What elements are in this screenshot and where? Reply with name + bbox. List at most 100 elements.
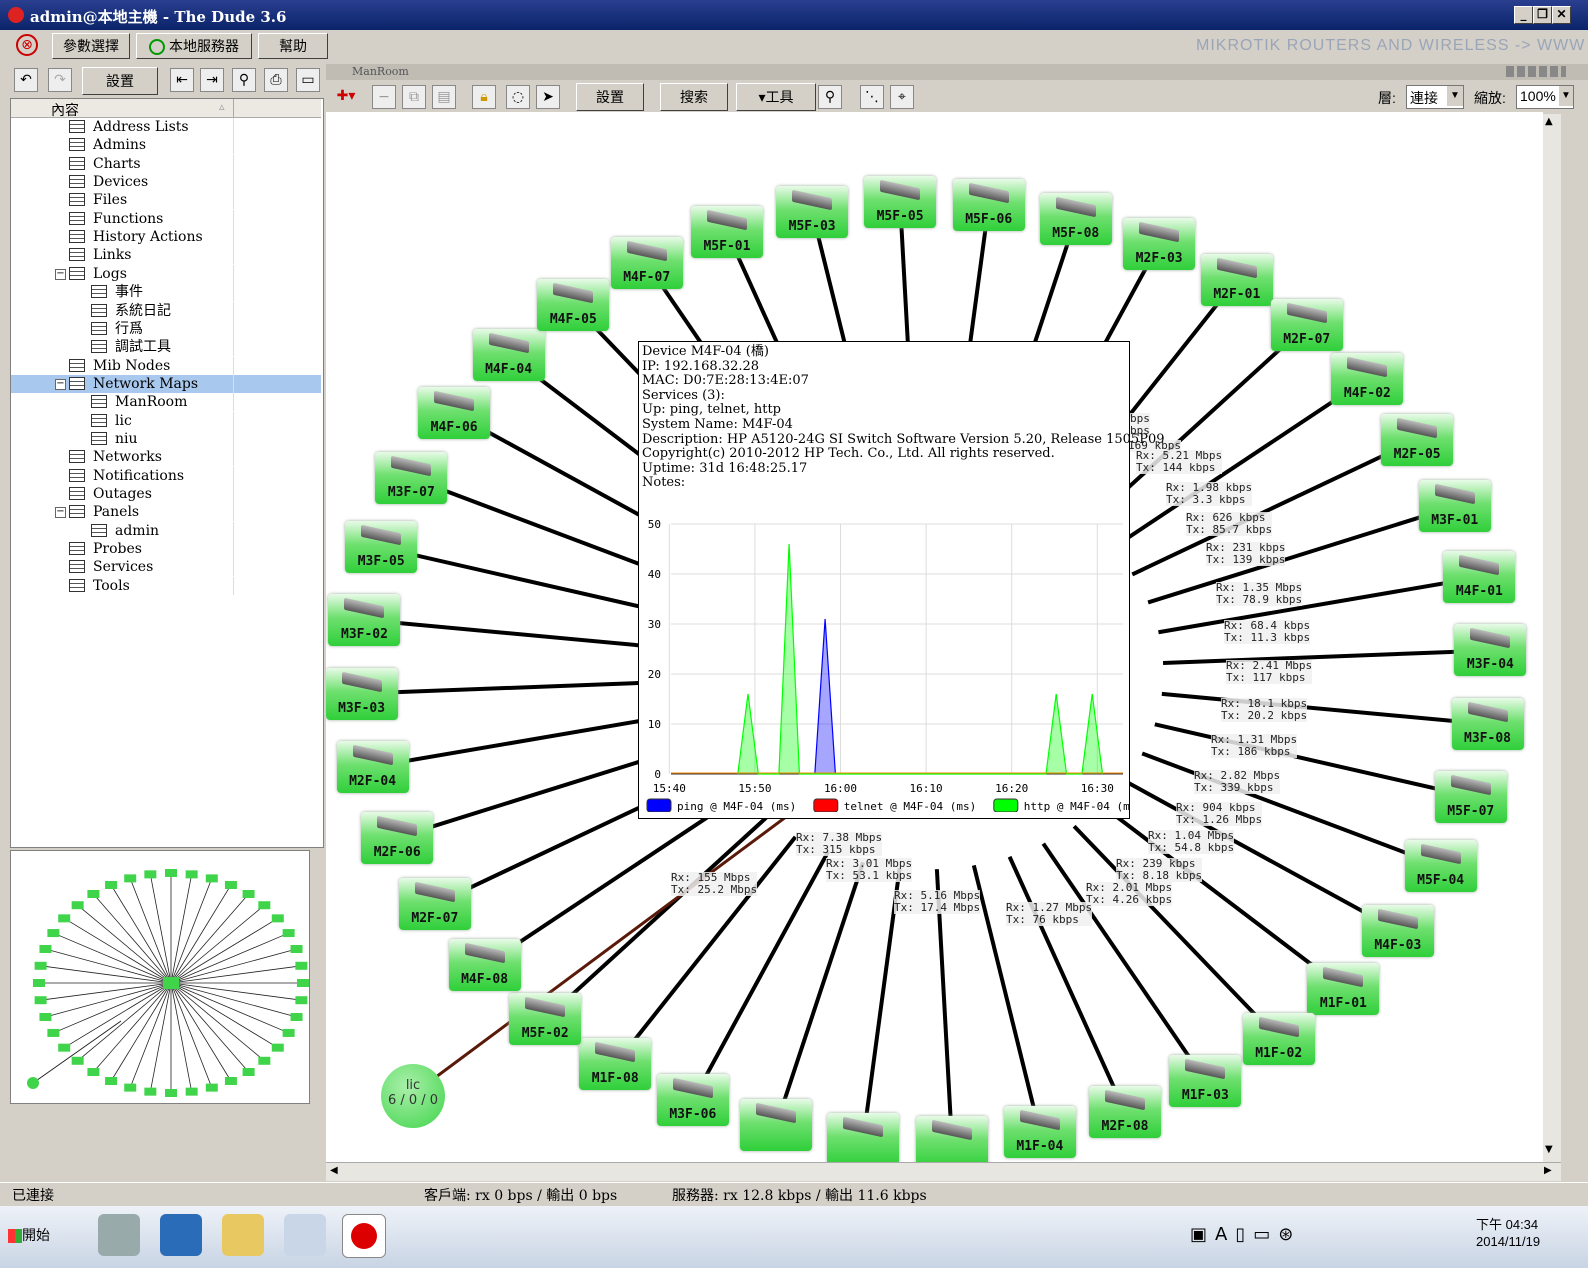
import-icon[interactable]: ⇤ (170, 68, 194, 92)
tree-item[interactable]: admin (11, 521, 321, 540)
layer-select[interactable]: 連接 ▼ (1406, 85, 1464, 109)
tree-item[interactable]: 調試工具 (11, 338, 321, 357)
device-node[interactable] (740, 1099, 813, 1152)
horizontal-scrollbar[interactable]: ◀ ▶ (326, 1162, 1561, 1181)
device-node[interactable]: M3F-08 (1451, 698, 1524, 751)
clock-time[interactable]: 下午 04:34 (1476, 1214, 1538, 1233)
device-node[interactable]: M3F-05 (345, 521, 418, 574)
device-node[interactable]: M5F-05 (864, 176, 937, 229)
tree-item[interactable]: Address Lists (11, 118, 321, 136)
powershell-icon[interactable] (160, 1214, 202, 1256)
tree-item[interactable]: Probes (11, 540, 321, 559)
link-line[interactable] (1162, 648, 1491, 665)
link-line[interactable] (774, 861, 865, 1126)
tray-icons[interactable]: ▣A▯▭⊛ (1190, 1224, 1301, 1245)
find-device-icon[interactable]: ⚲ (818, 85, 842, 109)
export-icon[interactable]: ⇥ (200, 68, 224, 92)
print-icon[interactable]: ⎙ (264, 68, 288, 92)
device-node[interactable]: M5F-07 (1434, 770, 1507, 823)
dude-app-icon[interactable] (342, 1214, 386, 1258)
scroll-right-icon[interactable]: ▶ (1544, 1165, 1552, 1176)
restore-button[interactable]: ❐ (1533, 6, 1552, 24)
redo-icon[interactable]: ↷ (48, 68, 72, 92)
lock-icon[interactable]: 🔒︎ (472, 85, 496, 109)
minimize-button[interactable]: _ (1514, 6, 1533, 24)
tree-item[interactable]: 行爲 (11, 319, 321, 338)
link-line[interactable] (1161, 691, 1488, 727)
device-node[interactable]: M5F-01 (690, 206, 763, 259)
window-controls-icon[interactable] (1506, 66, 1566, 77)
device-node[interactable]: M3F-03 (326, 667, 398, 720)
server-manager-icon[interactable] (98, 1214, 140, 1256)
chevron-down-icon[interactable]: ▼ (1447, 86, 1463, 106)
map-search-button[interactable]: 搜索 (660, 83, 728, 111)
tree-item[interactable]: Admins (11, 136, 321, 155)
preferences-button[interactable]: 參數選擇 (52, 33, 130, 59)
tree-header[interactable]: 內容 ▵ (11, 99, 321, 119)
device-node[interactable]: M3F-07 (375, 452, 448, 505)
disconnect-icon[interactable]: ⊗ (16, 34, 38, 56)
tree-item[interactable]: ManRoom (11, 393, 321, 412)
device-node[interactable]: M4F-02 (1331, 352, 1404, 405)
undo-icon[interactable]: ↶ (14, 68, 38, 92)
device-node[interactable] (827, 1113, 900, 1162)
chevron-down-icon[interactable]: ▼ (1559, 86, 1573, 106)
device-node[interactable]: M1F-03 (1169, 1054, 1242, 1107)
device-node[interactable]: M4F-08 (448, 939, 521, 992)
device-node[interactable]: M2F-07 (1270, 298, 1343, 351)
device-node[interactable]: M4F-01 (1443, 551, 1516, 604)
device-node[interactable] (915, 1115, 988, 1162)
device-node[interactable]: M2F-03 (1123, 217, 1196, 270)
pointer-icon[interactable]: ➤ (536, 85, 560, 109)
help-button[interactable]: 幫助 (258, 33, 328, 59)
device-node[interactable]: M2F-06 (361, 811, 434, 864)
tree-item[interactable]: 系統日記 (11, 301, 321, 320)
device-node[interactable]: M5F-08 (1039, 192, 1112, 245)
device-node[interactable]: M4F-05 (537, 278, 610, 331)
close-button[interactable]: ✕ (1552, 6, 1571, 24)
device-node[interactable]: M2F-05 (1381, 413, 1454, 466)
explorer-icon[interactable] (222, 1214, 264, 1256)
tree-item[interactable]: Files (11, 191, 321, 210)
local-server-button[interactable]: 本地服務器 (136, 33, 252, 59)
scroll-left-icon[interactable]: ◀ (330, 1165, 338, 1176)
device-node[interactable]: M5F-03 (776, 185, 849, 238)
device-node[interactable]: M4F-04 (472, 329, 545, 382)
paste-icon[interactable]: ▤ (432, 85, 456, 109)
collapse-icon[interactable]: − (55, 268, 66, 280)
device-node[interactable]: M1F-01 (1307, 962, 1380, 1015)
panel-icon[interactable]: ▭ (296, 68, 320, 92)
binoculars-icon[interactable]: ⚲ (232, 68, 256, 92)
sort-icon[interactable]: ▵ (219, 100, 225, 113)
device-node[interactable]: M3F-06 (656, 1074, 729, 1127)
tree-item[interactable]: Outages (11, 485, 321, 503)
device-node[interactable]: M2F-08 (1089, 1085, 1162, 1138)
device-node[interactable]: M2F-04 (336, 740, 409, 793)
paint-icon[interactable] (284, 1214, 326, 1256)
vertical-scrollbar[interactable]: ▲ ▼ (1543, 114, 1561, 1162)
tree-item[interactable]: Notifications (11, 466, 321, 485)
collapse-icon[interactable]: − (55, 378, 66, 390)
map-tools-button[interactable]: ▾工具 (736, 83, 816, 111)
tree-item[interactable]: − Panels (11, 503, 321, 522)
minimap[interactable] (10, 850, 310, 1104)
tree-item[interactable]: History Actions (11, 228, 321, 247)
brand-banner[interactable]: MIKROTIK ROUTERS AND WIRELESS -> WWW (1196, 37, 1585, 55)
device-node[interactable]: M1F-08 (579, 1038, 652, 1091)
copy-icon[interactable]: ⧉ (402, 85, 426, 109)
tree-item[interactable]: Links (11, 246, 321, 265)
scroll-up-icon[interactable]: ▲ (1545, 116, 1553, 127)
tree-item[interactable]: Services (11, 558, 321, 577)
tree-item[interactable]: niu (11, 429, 321, 448)
device-node[interactable]: M5F-06 (952, 178, 1025, 231)
tree-item[interactable]: Networks (11, 448, 321, 467)
lasso-icon[interactable]: ◌ (506, 85, 530, 109)
device-node[interactable]: M4F-03 (1361, 904, 1434, 957)
device-node[interactable]: M4F-07 (610, 237, 683, 290)
scroll-down-icon[interactable]: ▼ (1545, 1144, 1553, 1155)
collapse-icon[interactable]: − (55, 507, 66, 519)
clock-date[interactable]: 2014/11/19 (1476, 1234, 1540, 1249)
device-node[interactable]: M2F-01 (1200, 253, 1273, 306)
tree-item[interactable]: Tools (11, 576, 321, 595)
device-node[interactable]: M1F-02 (1242, 1013, 1315, 1066)
